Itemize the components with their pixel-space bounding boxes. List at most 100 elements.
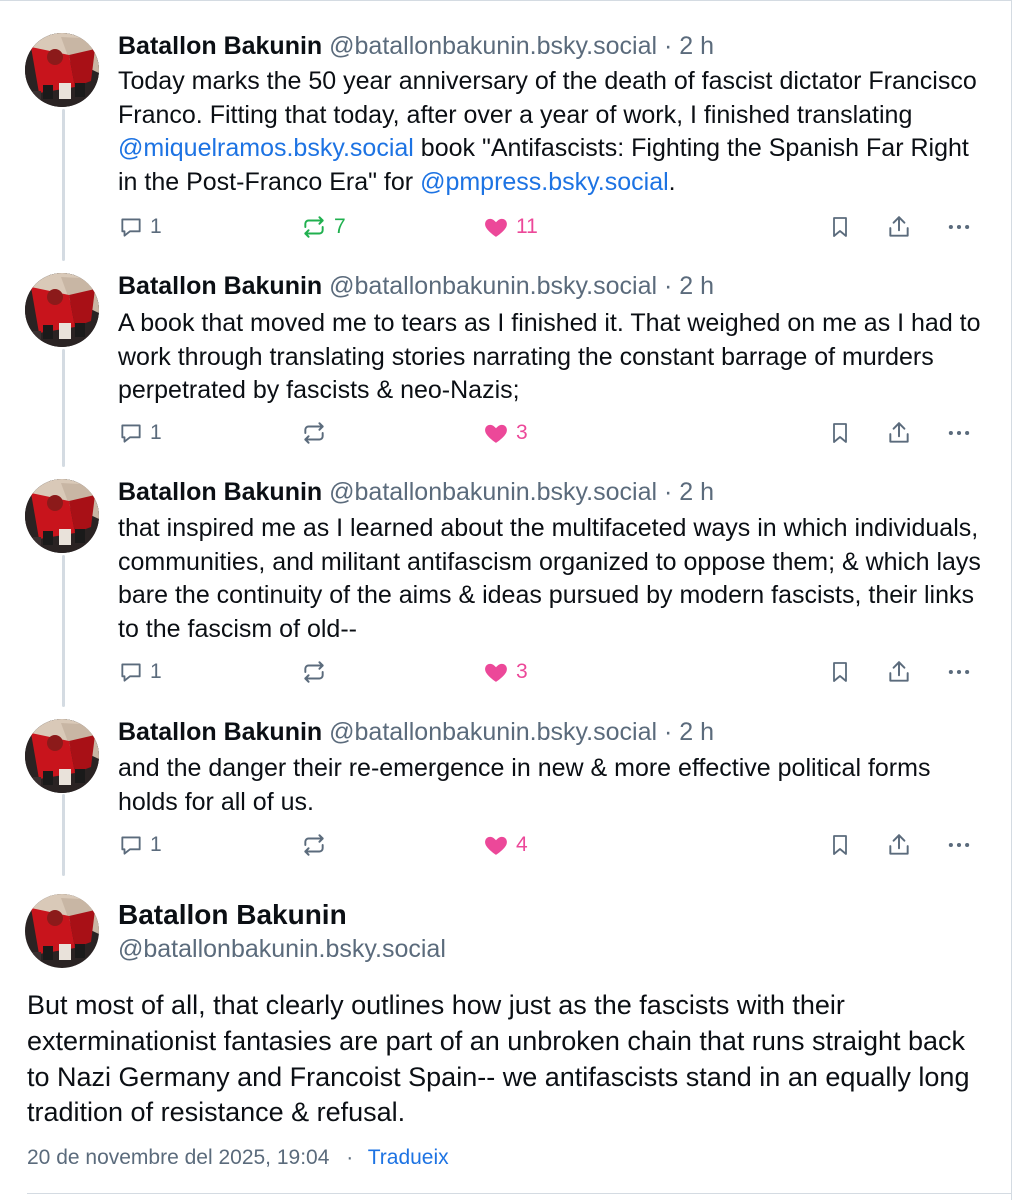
bookmark-button[interactable]	[828, 654, 852, 690]
post-text-segment: that inspired me as I learned about the …	[118, 514, 981, 643]
like-count: 11	[516, 215, 538, 238]
avatar[interactable]	[25, 33, 99, 107]
header-separator: ·	[663, 32, 673, 60]
bookmark-button[interactable]	[828, 209, 852, 245]
reply-button[interactable]: 1	[118, 209, 162, 245]
reply-count: 1	[150, 421, 162, 444]
post-text-segment: and the danger their re-emergence in new…	[118, 754, 931, 816]
share-button[interactable]	[886, 415, 912, 451]
thread-view: Batallon Bakunin @batallonbakunin.bsky.s…	[0, 0, 1012, 1200]
post-text-segment: .	[668, 167, 676, 196]
post-header: Batallon Bakunin @batallonbakunin.bsky.s…	[118, 271, 714, 301]
divider	[27, 1193, 1012, 1194]
heart-icon	[482, 420, 510, 446]
translate-link[interactable]: Tradueix	[368, 1146, 449, 1169]
post-header: Batallon Bakunin @batallonbakunin.bsky.s…	[118, 31, 714, 61]
mention-link[interactable]: @pmpress.bsky.social	[420, 168, 669, 196]
more-options-button[interactable]	[945, 209, 973, 245]
post-actions: 13	[0, 415, 1012, 451]
repost-button[interactable]	[300, 415, 334, 451]
avatar[interactable]	[25, 273, 99, 347]
like-button[interactable]: 4	[482, 827, 528, 863]
post-actions: 1 7 11	[0, 209, 1012, 245]
main-post-author-name[interactable]: Batallon Bakunin	[118, 898, 347, 932]
header-separator: ·	[663, 272, 673, 300]
like-button[interactable]: 3	[482, 654, 528, 690]
reply-button[interactable]: 1	[118, 827, 162, 863]
repost-count: 7	[334, 215, 346, 238]
post-body: A book that moved me to tears as I finis…	[118, 307, 988, 408]
main-post-text: But most of all, that clearly outlines h…	[27, 990, 970, 1128]
like-count: 3	[516, 660, 528, 683]
post-actions: 13	[0, 654, 1012, 690]
reply-count: 1	[150, 215, 162, 238]
share-icon	[886, 214, 912, 240]
author-name[interactable]: Batallon Bakunin	[118, 272, 322, 300]
bookmark-icon	[828, 659, 852, 685]
avatar[interactable]	[25, 479, 99, 553]
like-button[interactable]: 3	[482, 415, 528, 451]
speech-bubble-icon	[118, 420, 144, 446]
header-separator: ·	[663, 478, 673, 506]
share-button[interactable]	[886, 827, 912, 863]
heart-icon	[482, 832, 510, 858]
more-options-button[interactable]	[945, 415, 973, 451]
repost-button[interactable]	[300, 654, 334, 690]
ellipsis-icon	[945, 420, 973, 446]
main-post-meta: 20 de novembre del 2025, 19:04 · Traduei…	[27, 1146, 449, 1170]
ellipsis-icon	[945, 659, 973, 685]
heart-icon	[482, 659, 510, 685]
mention-link[interactable]: @miquelramos.bsky.social	[118, 134, 414, 162]
author-name[interactable]: Batallon Bakunin	[118, 32, 322, 60]
post-time[interactable]: 2 h	[679, 478, 714, 506]
share-icon	[886, 659, 912, 685]
share-button[interactable]	[886, 209, 912, 245]
bookmark-icon	[828, 832, 852, 858]
post-date: 20 de novembre del 2025, 19:04	[27, 1146, 330, 1169]
author-handle[interactable]: @batallonbakunin.bsky.social	[329, 272, 657, 300]
post-body: Today marks the 50 year anniversary of t…	[118, 65, 988, 199]
ellipsis-icon	[945, 214, 973, 240]
more-options-button[interactable]	[945, 827, 973, 863]
reply-button[interactable]: 1	[118, 415, 162, 451]
bookmark-icon	[828, 420, 852, 446]
repost-button[interactable]	[300, 827, 334, 863]
like-count: 3	[516, 421, 528, 444]
speech-bubble-icon	[118, 832, 144, 858]
repost-arrows-icon	[300, 420, 328, 446]
post-header: Batallon Bakunin @batallonbakunin.bsky.s…	[118, 477, 714, 507]
post-body: that inspired me as I learned about the …	[118, 512, 988, 646]
author-handle[interactable]: @batallonbakunin.bsky.social	[329, 478, 657, 506]
post-header: Batallon Bakunin @batallonbakunin.bsky.s…	[118, 717, 714, 747]
bookmark-button[interactable]	[828, 415, 852, 451]
more-options-button[interactable]	[945, 654, 973, 690]
share-icon	[886, 420, 912, 446]
meta-separator: ·	[346, 1146, 354, 1169]
bookmark-icon	[828, 214, 852, 240]
header-separator: ·	[663, 718, 673, 746]
author-handle[interactable]: @batallonbakunin.bsky.social	[329, 718, 657, 746]
post-text-segment: Today marks the 50 year anniversary of t…	[118, 67, 977, 129]
post-time[interactable]: 2 h	[679, 32, 714, 60]
author-name[interactable]: Batallon Bakunin	[118, 478, 322, 506]
author-name[interactable]: Batallon Bakunin	[118, 718, 322, 746]
post-body: and the danger their re-emergence in new…	[118, 752, 988, 819]
bookmark-button[interactable]	[828, 827, 852, 863]
author-handle[interactable]: @batallonbakunin.bsky.social	[329, 32, 657, 60]
reply-count: 1	[150, 660, 162, 683]
main-post-author-handle[interactable]: @batallonbakunin.bsky.social	[118, 933, 446, 965]
like-button[interactable]: 11	[482, 209, 538, 245]
main-post-avatar[interactable]	[25, 894, 99, 968]
post-actions: 14	[0, 827, 1012, 863]
reply-count: 1	[150, 833, 162, 856]
post-time[interactable]: 2 h	[679, 272, 714, 300]
avatar[interactable]	[25, 719, 99, 793]
reply-button[interactable]: 1	[118, 654, 162, 690]
speech-bubble-icon	[118, 214, 144, 240]
like-count: 4	[516, 833, 528, 856]
post-time[interactable]: 2 h	[679, 718, 714, 746]
share-button[interactable]	[886, 654, 912, 690]
repost-button[interactable]: 7	[300, 209, 346, 245]
share-icon	[886, 832, 912, 858]
repost-arrows-icon	[300, 832, 328, 858]
